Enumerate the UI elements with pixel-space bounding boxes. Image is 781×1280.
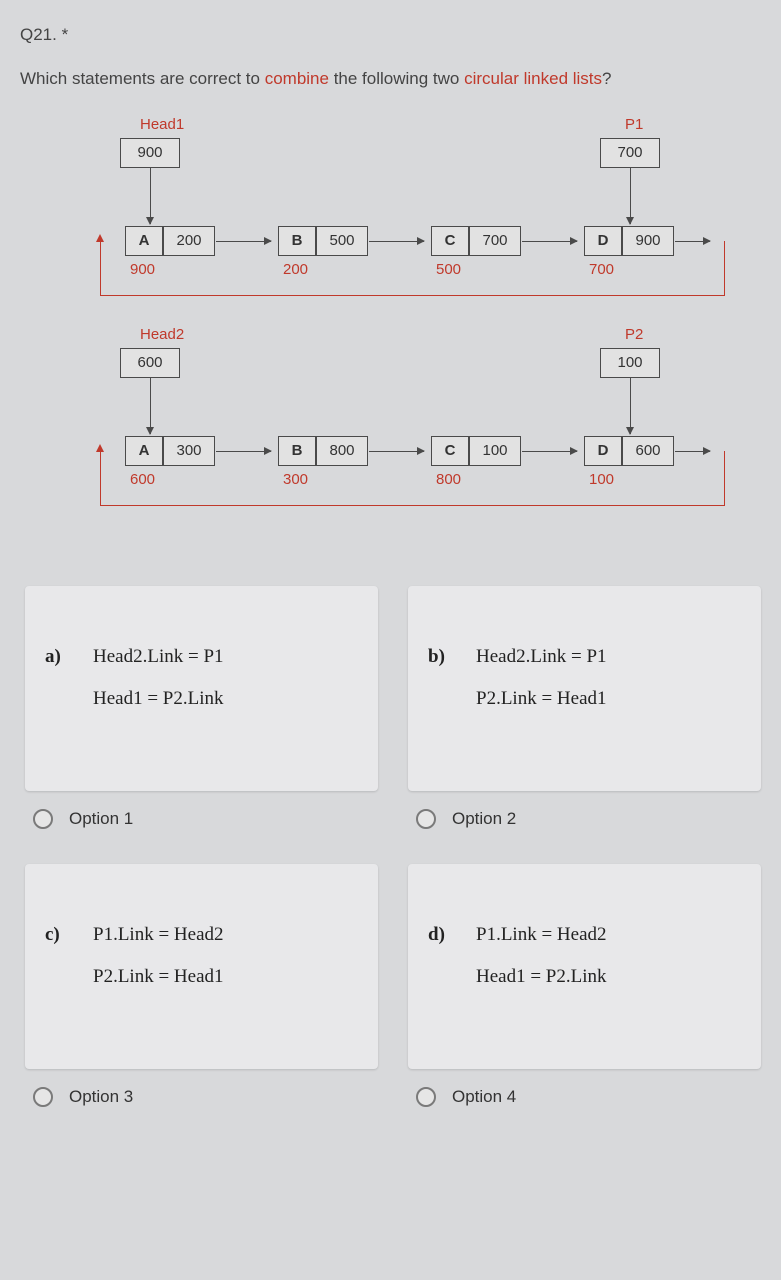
question-number: Q21. * [20,25,761,45]
head1-stub [150,168,151,178]
radio-icon[interactable] [33,809,53,829]
option-b-tag: b) [428,646,452,710]
p2-box: 100 [600,348,660,378]
linked-list-2: Head2 600 P2 100 A 300 600 B 800 300 C 1… [20,326,761,536]
option-a-line2: Head1 = P2.Link [93,688,224,710]
p1-arrow [630,178,631,224]
p2-label: P2 [625,326,643,343]
head2-arrow [150,388,151,434]
option-c-line2: P2.Link = Head1 [93,966,224,988]
head1-label: Head1 [140,116,184,133]
option-4-radio-row[interactable]: Option 4 [416,1087,761,1107]
radio-icon[interactable] [416,809,436,829]
p1-stub [630,168,631,178]
circular-path-1 [100,241,725,296]
option-card-c: c) P1.Link = Head2 P2.Link = Head1 [25,864,378,1069]
option-d-line2: Head1 = P2.Link [476,966,607,988]
option-card-d: d) P1.Link = Head2 Head1 = P2.Link [408,864,761,1069]
head2-label: Head2 [140,326,184,343]
p2-arrow [630,388,631,434]
radio-icon[interactable] [416,1087,436,1107]
option-b-line2: P2.Link = Head1 [476,688,607,710]
option-card-b: b) Head2.Link = P1 P2.Link = Head1 [408,586,761,791]
circular-arrowhead-2 [96,444,104,452]
option-b-line1: Head2.Link = P1 [476,646,607,668]
question-text: Which statements are correct to combine … [20,67,761,91]
circular-path-2 [100,451,725,506]
question-page: Q21. * Which statements are correct to c… [0,0,781,1280]
question-highlight-1: combine [265,69,329,88]
option-3-radio-row[interactable]: Option 3 [33,1087,378,1107]
circular-arrowhead-1 [96,234,104,242]
option-1-radio-row[interactable]: Option 1 [33,809,378,829]
option-d-tag: d) [428,924,452,988]
p1-box: 700 [600,138,660,168]
option-a-line1: Head2.Link = P1 [93,646,224,668]
question-mid: the following two [329,69,464,88]
head1-box: 900 [120,138,180,168]
option-card-a: a) Head2.Link = P1 Head1 = P2.Link [25,586,378,791]
p1-label: P1 [625,116,643,133]
option-1-label: Option 1 [69,809,133,829]
option-a-tag: a) [45,646,69,710]
radio-icon[interactable] [33,1087,53,1107]
option-2-radio-row[interactable]: Option 2 [416,809,761,829]
option-d-line1: P1.Link = Head2 [476,924,607,946]
option-3-label: Option 3 [69,1087,133,1107]
head2-box: 600 [120,348,180,378]
option-c-tag: c) [45,924,69,988]
question-suffix: ? [602,69,611,88]
head2-stub [150,378,151,388]
option-4-label: Option 4 [452,1087,516,1107]
option-c-line1: P1.Link = Head2 [93,924,224,946]
head1-arrow [150,178,151,224]
p2-stub [630,378,631,388]
question-highlight-2: circular linked lists [464,69,602,88]
question-prefix: Which statements are correct to [20,69,265,88]
linked-list-1: Head1 900 P1 700 A 200 900 B 500 200 C 7… [20,116,761,321]
options-area: a) Head2.Link = P1 Head1 = P2.Link b) He… [20,586,761,1132]
option-2-label: Option 2 [452,809,516,829]
